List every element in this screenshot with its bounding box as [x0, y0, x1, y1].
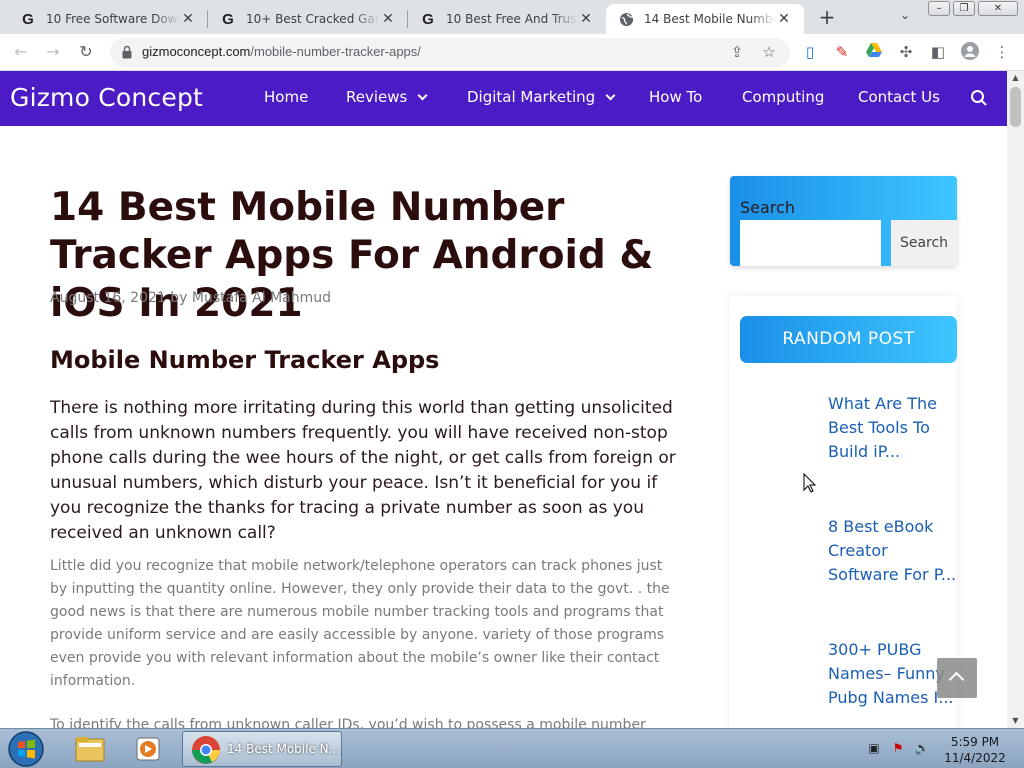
- nav-digital-marketing[interactable]: Digital Marketing: [467, 88, 616, 106]
- tab-title: 14 Best Mobile Number T: [644, 12, 776, 26]
- extension-doc-icon[interactable]: ▯: [800, 42, 820, 62]
- article-paragraph-2: Little did you recognize that mobile net…: [50, 558, 670, 689]
- nav-reviews[interactable]: Reviews: [346, 88, 428, 106]
- tab-title: 10 Best Free And Trusted: [446, 12, 578, 26]
- extensions-puzzle-icon[interactable]: ✣: [896, 42, 916, 62]
- extension-pen-icon[interactable]: ✎: [832, 42, 852, 62]
- site-logo[interactable]: Gizmo Concept: [10, 83, 203, 112]
- article-paragraph-1: There is nothing more irritating during …: [50, 398, 676, 543]
- nav-label: How To: [649, 88, 703, 106]
- nav-label: Home: [264, 88, 309, 106]
- tab-title: 10+ Best Cracked Games: [246, 12, 380, 26]
- nav-label: Contact Us: [858, 88, 940, 106]
- windows-start-button[interactable]: [6, 730, 46, 768]
- tab-4-active[interactable]: 14 Best Mobile Number T ✕: [606, 4, 804, 34]
- random-post-widget: RANDOM POST What Are The Best Tools To B…: [730, 296, 957, 728]
- back-to-top-button[interactable]: [937, 658, 977, 698]
- mouse-cursor-icon: [803, 473, 817, 493]
- article-meta: August 16, 2021 by Mustafa Al Mahmud: [50, 290, 331, 306]
- google-drive-icon[interactable]: [864, 42, 884, 62]
- article-title: 14 Best Mobile Number Tracker Apps For A…: [50, 185, 654, 326]
- nav-label: Reviews: [346, 88, 408, 106]
- site-header: Gizmo Concept Home Reviews Digital Marke…: [0, 71, 1007, 126]
- back-arrow-icon[interactable]: ←: [11, 42, 31, 62]
- page-content: 14 Best Mobile Number Tracker Apps For A…: [0, 126, 1007, 728]
- close-window-button[interactable]: ✕: [978, 1, 1018, 16]
- chevron-down-icon: [417, 90, 428, 101]
- windows-taskbar: 14 Best Mobile N... ▣ ⚑ 🔈 5:59 PM 11/4/2…: [0, 728, 1024, 768]
- restore-window-button[interactable]: ❐: [953, 1, 975, 16]
- clock-date: 11/4/2022: [944, 751, 1006, 765]
- system-clock[interactable]: 5:59 PM 11/4/2022: [940, 734, 1010, 766]
- chevron-up-icon: [948, 671, 965, 688]
- media-player-icon[interactable]: [126, 733, 170, 765]
- file-explorer-icon[interactable]: [68, 733, 112, 765]
- share-icon[interactable]: ⇪: [727, 42, 747, 62]
- url-host: gizmoconcept.com: [142, 44, 251, 59]
- tab-3[interactable]: G 10 Best Free And Trusted ✕: [408, 4, 606, 34]
- author-link[interactable]: Mustafa Al Mahmud: [192, 290, 331, 306]
- address-bar[interactable]: gizmoconcept.com/mobile-number-tracker-a…: [110, 38, 790, 67]
- side-panel-icon[interactable]: ◧: [928, 42, 948, 62]
- url-text: gizmoconcept.com/mobile-number-tracker-a…: [142, 44, 421, 59]
- google-favicon-icon: G: [422, 10, 434, 28]
- reload-icon[interactable]: ↻: [76, 42, 96, 62]
- chrome-icon: [192, 736, 220, 764]
- close-tab-icon[interactable]: ✕: [380, 11, 396, 27]
- clock-time: 5:59 PM: [950, 735, 1000, 749]
- browser-tab-strip: G 10 Free Software Download ✕ G 10+ Best…: [0, 0, 1024, 34]
- profile-avatar-icon[interactable]: [960, 42, 980, 62]
- close-tab-icon[interactable]: ✕: [776, 11, 792, 27]
- search-icon[interactable]: [970, 89, 988, 107]
- search-widget-label: Search: [740, 198, 795, 217]
- forward-arrow-icon[interactable]: →: [43, 42, 63, 62]
- random-post-link-2[interactable]: 8 Best eBook Creator Software For P...: [828, 515, 958, 587]
- nav-contact-us[interactable]: Contact Us: [858, 88, 940, 106]
- nav-label: Digital Marketing: [467, 88, 596, 106]
- google-favicon-icon: G: [222, 10, 234, 28]
- sidebar-search-widget: Search Search: [730, 176, 957, 266]
- taskbar-chrome-window[interactable]: 14 Best Mobile N...: [182, 731, 342, 767]
- chevron-down-icon: [605, 90, 616, 101]
- scroll-down-arrow-icon[interactable]: ▼: [1007, 714, 1024, 728]
- url-path: /mobile-number-tracker-apps/: [250, 44, 421, 59]
- byline-prefix: by: [170, 290, 188, 306]
- volume-icon[interactable]: 🔈: [914, 741, 930, 757]
- close-tab-icon[interactable]: ✕: [180, 11, 196, 27]
- sidebar-search-input[interactable]: [740, 220, 881, 266]
- article-paragraph-3: To identify the calls from unknown calle…: [50, 717, 646, 728]
- network-tray-icon[interactable]: ▣: [866, 741, 882, 757]
- tab-1[interactable]: G 10 Free Software Download ✕: [8, 4, 208, 34]
- bookmark-star-icon[interactable]: ☆: [759, 42, 779, 62]
- browser-toolbar: ← → ↻ gizmoconcept.com/mobile-number-tra…: [0, 34, 1024, 71]
- globe-icon: [618, 11, 634, 27]
- section-heading: Mobile Number Tracker Apps: [50, 346, 440, 374]
- nav-computing[interactable]: Computing: [742, 88, 824, 106]
- nav-label: Computing: [742, 88, 825, 106]
- sidebar-search-button[interactable]: Search: [891, 220, 957, 266]
- random-post-link-1[interactable]: What Are The Best Tools To Build iP...: [828, 392, 958, 464]
- close-tab-icon[interactable]: ✕: [578, 11, 594, 27]
- post-date[interactable]: August 16, 2021: [50, 290, 166, 306]
- scroll-up-arrow-icon[interactable]: ▲: [1007, 71, 1024, 85]
- google-favicon-icon: G: [22, 10, 34, 28]
- nav-home[interactable]: Home: [264, 88, 308, 106]
- new-tab-button[interactable]: +: [816, 6, 838, 28]
- page-scrollbar[interactable]: ▲ ▼: [1007, 71, 1024, 728]
- taskbar-window-label: 14 Best Mobile N...: [227, 742, 341, 756]
- tab-search-chevron-icon[interactable]: ⌄: [896, 8, 914, 26]
- minimize-window-button[interactable]: –: [928, 1, 950, 16]
- random-post-heading: RANDOM POST: [740, 316, 957, 363]
- scrollbar-thumb[interactable]: [1010, 87, 1021, 127]
- tab-2[interactable]: G 10+ Best Cracked Games ✕: [208, 4, 408, 34]
- nav-how-to[interactable]: How To: [649, 88, 702, 106]
- action-center-flag-icon[interactable]: ⚑: [890, 741, 906, 757]
- browser-menu-icon[interactable]: ⋮: [992, 42, 1012, 62]
- tab-title: 10 Free Software Download: [46, 12, 180, 26]
- lock-icon: [122, 45, 132, 59]
